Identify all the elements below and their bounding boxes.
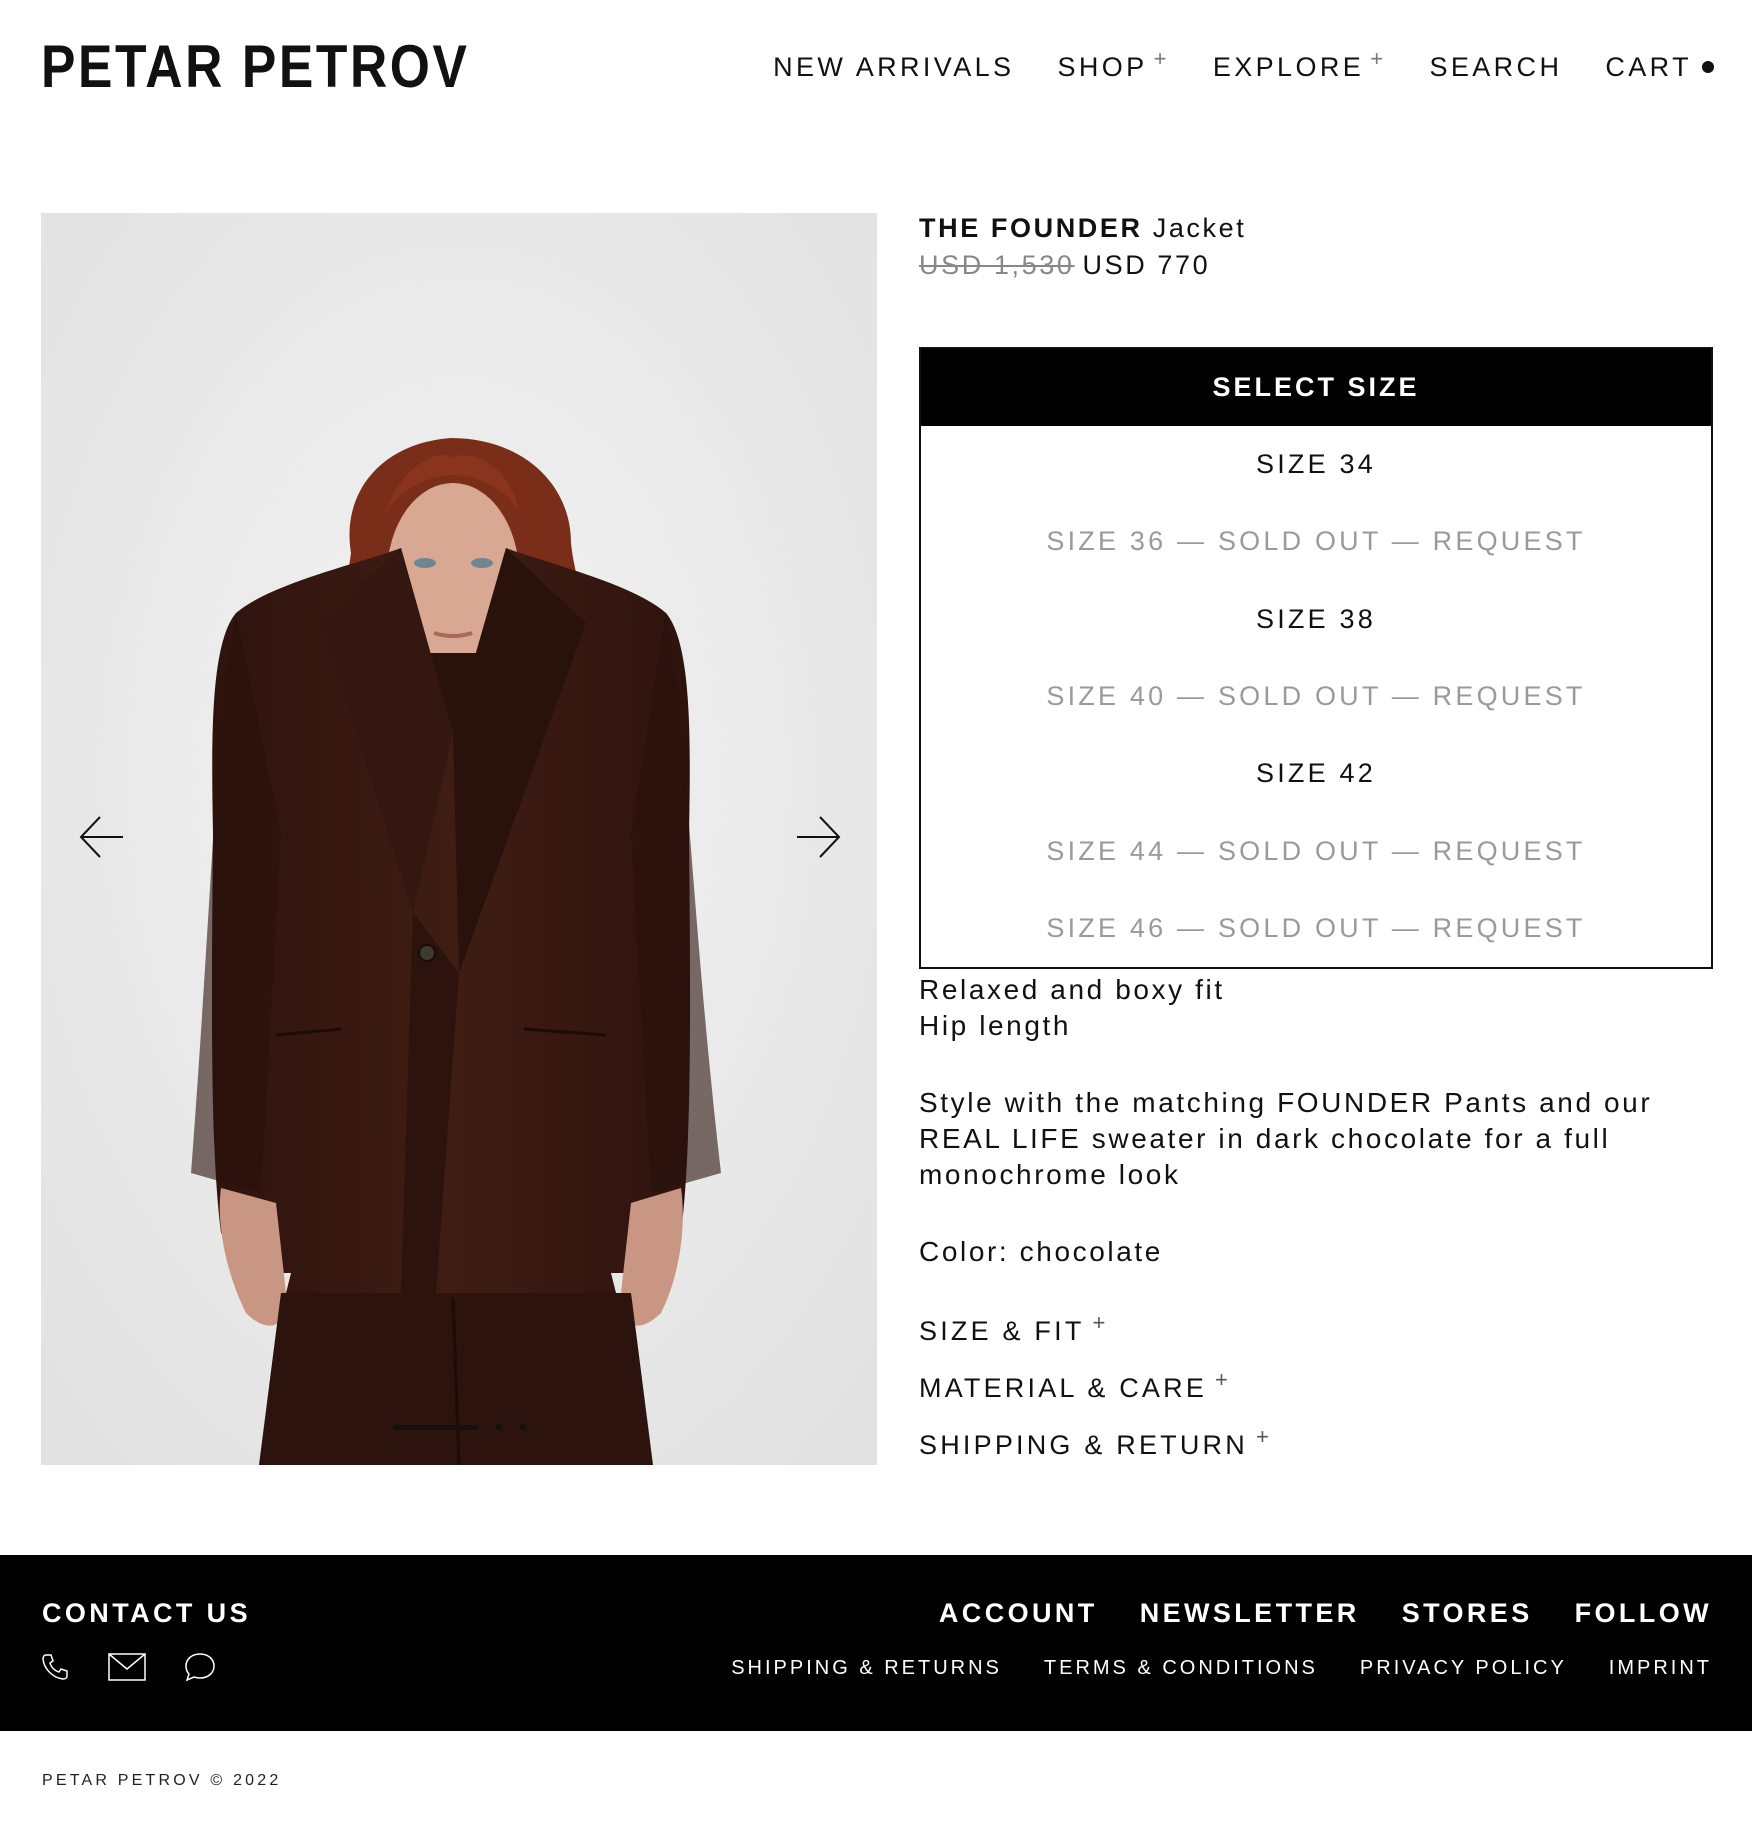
footer-link-terms[interactable]: TERMS & CONDITIONS — [1044, 1657, 1318, 1680]
size-option-46-request[interactable]: SIZE 46 — SOLD OUT — REQUEST — [921, 890, 1711, 967]
product-info: THE FOUNDER Jacket USD 1,530 USD 770 — [919, 212, 1713, 282]
price-sale: USD 770 — [1082, 250, 1211, 280]
nav-label: EXPLORE — [1212, 52, 1365, 82]
accordion-label: SHIPPING & RETURN — [919, 1430, 1248, 1460]
nav-cart[interactable]: CART — [1605, 52, 1714, 83]
footer-nav-account[interactable]: ACCOUNT — [939, 1598, 1098, 1629]
plus-icon: + — [1215, 1367, 1232, 1392]
footer-link-imprint[interactable]: IMPRINT — [1609, 1657, 1712, 1680]
arrow-right-icon[interactable] — [794, 815, 842, 859]
accordion-material-care[interactable]: MATERIAL & CARE + — [919, 1367, 1272, 1430]
footer-links: SHIPPING & RETURNS TERMS & CONDITIONS PR… — [689, 1657, 1712, 1680]
gallery-pagination — [393, 1424, 526, 1430]
gallery-dot[interactable] — [496, 1424, 502, 1430]
plus-icon: + — [1255, 1424, 1272, 1449]
product-title-main: THE FOUNDER — [919, 213, 1143, 243]
nav-explore[interactable]: EXPLORE + — [1212, 46, 1387, 83]
size-option-44-request[interactable]: SIZE 44 — SOLD OUT — REQUEST — [921, 812, 1711, 889]
nav-new-arrivals[interactable]: NEW ARRIVALS — [773, 52, 1014, 83]
mail-icon[interactable] — [108, 1653, 146, 1681]
product-title-rest: Jacket — [1152, 213, 1247, 243]
plus-icon: + — [1092, 1310, 1109, 1335]
product-gallery[interactable] — [41, 213, 877, 1465]
size-option-36-request[interactable]: SIZE 36 — SOLD OUT — REQUEST — [921, 503, 1711, 580]
footer-nav: ACCOUNT NEWSLETTER STORES FOLLOW — [897, 1598, 1712, 1629]
plus-icon: + — [1370, 46, 1387, 71]
size-option-42[interactable]: SIZE 42 — [921, 735, 1711, 812]
copyright: PETAR PETROV © 2022 — [42, 1772, 282, 1789]
footer-nav-stores[interactable]: STORES — [1402, 1598, 1533, 1629]
select-size-button[interactable]: SELECT SIZE — [921, 349, 1711, 426]
product-photo — [41, 213, 877, 1465]
plus-icon: + — [1153, 46, 1170, 71]
nav-search[interactable]: SEARCH — [1429, 52, 1562, 83]
cart-indicator-icon — [1702, 61, 1714, 73]
accordion-shipping-return[interactable]: SHIPPING & RETURN + — [919, 1424, 1272, 1487]
product-title: THE FOUNDER Jacket — [919, 212, 1713, 244]
product-price: USD 1,530 USD 770 — [919, 248, 1713, 282]
footer-link-privacy[interactable]: PRIVACY POLICY — [1360, 1657, 1567, 1680]
size-option-34[interactable]: SIZE 34 — [921, 426, 1711, 503]
nav-label: SEARCH — [1429, 52, 1563, 82]
description-fit: Relaxed and boxy fit — [919, 974, 1225, 1005]
nav-label: NEW ARRIVALS — [773, 52, 1015, 82]
contact-icons — [40, 1652, 254, 1682]
gallery-dot[interactable] — [520, 1424, 526, 1430]
description-length: Hip length — [919, 1010, 1072, 1041]
main-nav: NEW ARRIVALS SHOP + EXPLORE + SEARCH CART — [730, 46, 1714, 83]
gallery-dot-active[interactable] — [393, 1424, 478, 1430]
site-footer: CONTACT US ACCOUNT NEWSLETTER STORES FOL… — [0, 1555, 1752, 1731]
contact-title: CONTACT US — [42, 1598, 251, 1628]
nav-label: CART — [1605, 52, 1692, 82]
phone-icon[interactable] — [40, 1652, 70, 1682]
footer-nav-newsletter[interactable]: NEWSLETTER — [1140, 1598, 1360, 1629]
description-color: Color: chocolate — [919, 1236, 1163, 1267]
arrow-left-icon[interactable] — [78, 815, 126, 859]
size-option-38[interactable]: SIZE 38 — [921, 581, 1711, 658]
nav-shop[interactable]: SHOP + — [1057, 46, 1169, 83]
nav-label: SHOP — [1057, 52, 1148, 82]
brand-logo[interactable]: PETAR PETROV — [41, 32, 470, 101]
price-original: USD 1,530 — [919, 250, 1075, 280]
accordion-label: SIZE & FIT — [919, 1316, 1085, 1346]
product-description: Relaxed and boxy fit Hip length Style wi… — [919, 972, 1713, 1270]
accordion-size-fit[interactable]: SIZE & FIT + — [919, 1310, 1272, 1373]
size-option-40-request[interactable]: SIZE 40 — SOLD OUT — REQUEST — [921, 658, 1711, 735]
accordion-label: MATERIAL & CARE — [919, 1373, 1208, 1403]
footer-link-shipping-returns[interactable]: SHIPPING & RETURNS — [731, 1657, 1002, 1680]
size-selector: SELECT SIZE SIZE 34 SIZE 36 — SOLD OUT —… — [919, 347, 1713, 969]
product-accordion: SIZE & FIT + MATERIAL & CARE + SHIPPING & … — [919, 1310, 1272, 1487]
description-styling: Style with the matching FOUNDER Pants an… — [919, 1087, 1653, 1190]
chat-icon[interactable] — [184, 1652, 216, 1682]
footer-nav-follow[interactable]: FOLLOW — [1575, 1598, 1712, 1629]
